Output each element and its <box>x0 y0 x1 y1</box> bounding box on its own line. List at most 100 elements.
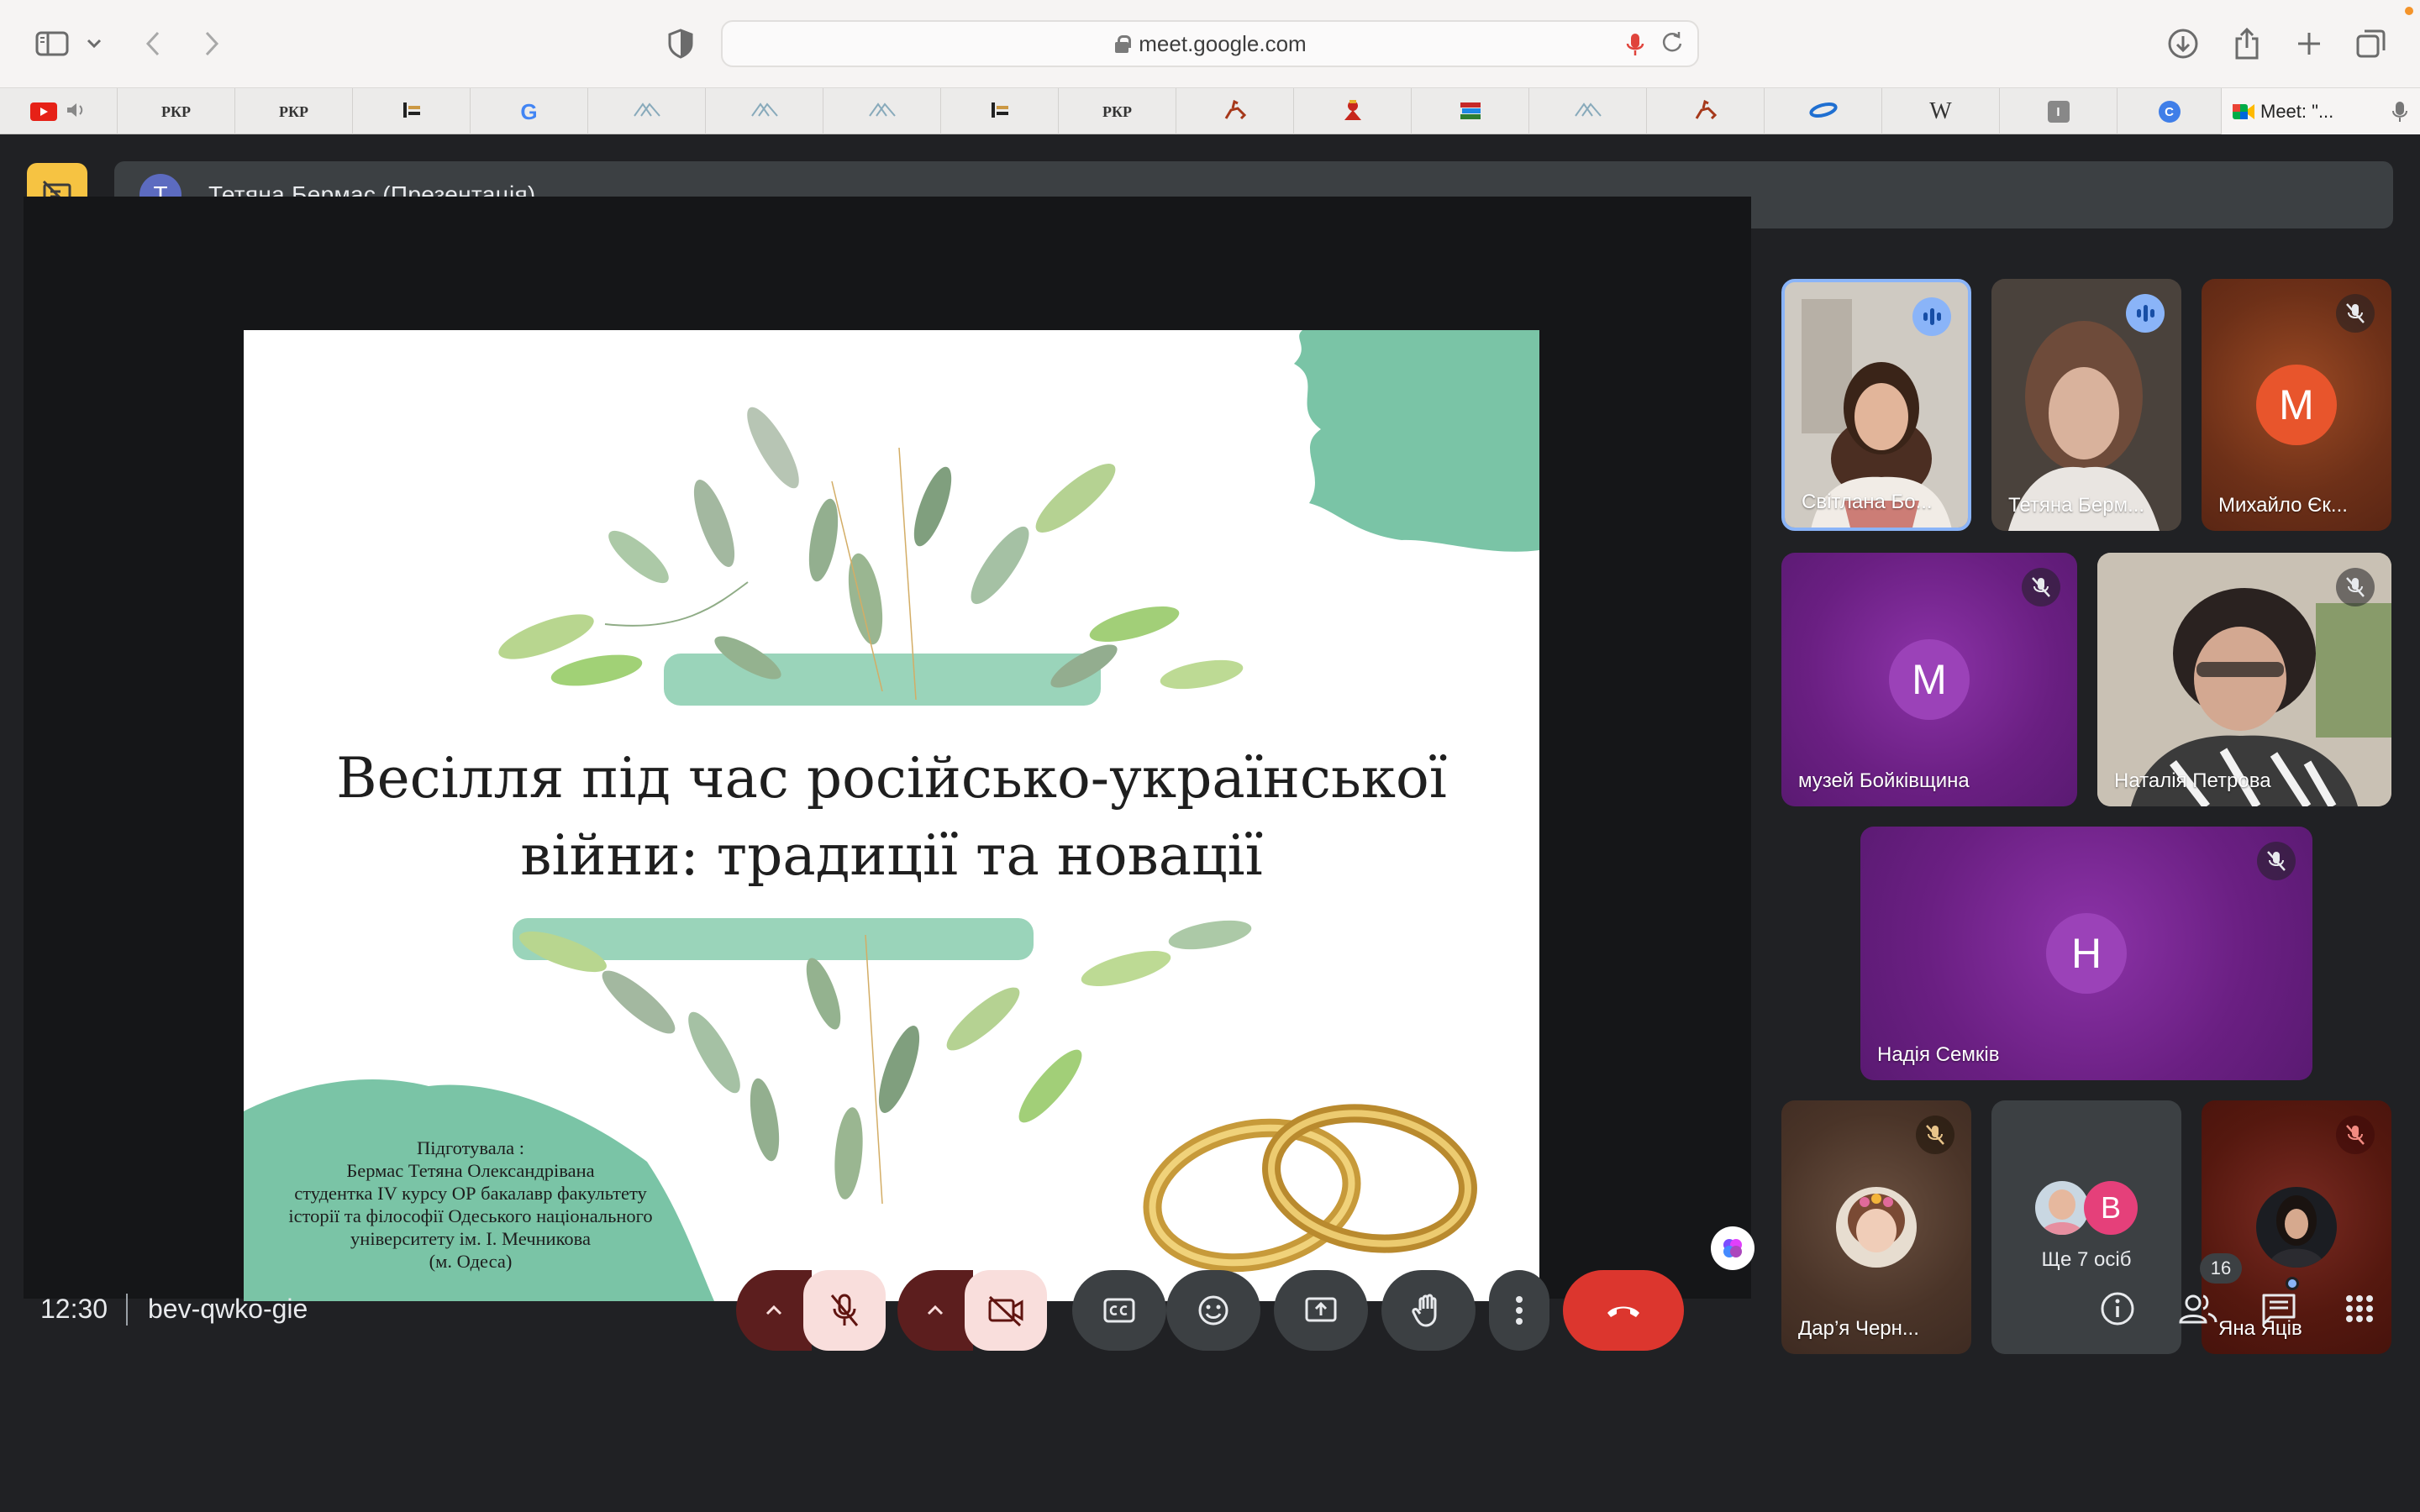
participant-name: музей Бойківщина <box>1798 769 1970 792</box>
participant-name: Світлана Бо... <box>1802 491 1933 513</box>
tab-rider-2[interactable] <box>1647 88 1765 135</box>
wedding-rings-illustration <box>1143 1104 1477 1273</box>
tab-library-1[interactable] <box>588 88 706 135</box>
tab-rkp-2[interactable]: РКР <box>235 88 353 135</box>
audio-options-button[interactable] <box>736 1270 812 1351</box>
tab-cossack[interactable] <box>1294 88 1412 135</box>
back-icon[interactable] <box>133 24 173 64</box>
tab-library-3[interactable] <box>823 88 941 135</box>
rkp-icon: РКР <box>1102 102 1133 120</box>
tab-bookmark-2[interactable] <box>941 88 1059 135</box>
leave-call-button[interactable] <box>1563 1270 1684 1351</box>
muted-mic-icon <box>2022 568 2060 606</box>
swoosh-icon <box>1808 101 1838 123</box>
tab-meet-active[interactable]: Meet: "... <box>2222 88 2420 135</box>
tab-rkp-3[interactable]: РКР <box>1059 88 1176 135</box>
tab-microphone-icon[interactable] <box>2391 100 2408 129</box>
raise-hand-button[interactable] <box>1381 1270 1476 1351</box>
muted-mic-icon <box>2257 842 2296 880</box>
meet-icon <box>2232 102 2255 127</box>
meeting-time: 12:30 <box>40 1294 108 1324</box>
hang-up-icon <box>1607 1306 1639 1317</box>
flag-icon <box>401 101 423 123</box>
participant-tile[interactable]: Тетяна Берм... <box>1991 279 2181 531</box>
slide-credits: Підготувала : Бермас Тетяна Олександріва… <box>244 1137 697 1273</box>
video-options-button[interactable] <box>897 1270 973 1351</box>
muted-mic-icon <box>2336 568 2375 606</box>
google-icon: G <box>520 98 538 124</box>
camera-toggle-button[interactable] <box>965 1270 1047 1351</box>
tab-c[interactable]: C <box>2118 88 2222 135</box>
books-icon <box>1458 99 1483 125</box>
reactions-button[interactable] <box>1166 1270 1260 1351</box>
extension-brain-icon[interactable] <box>1711 1226 1754 1270</box>
library-icon <box>633 101 661 123</box>
presentation-slide: Весілля під час російсько-української ві… <box>244 330 1539 1301</box>
tab-books[interactable] <box>1412 88 1529 135</box>
activities-grid-icon[interactable] <box>2336 1285 2383 1332</box>
present-now-button[interactable] <box>1274 1270 1368 1351</box>
tab-i[interactable]: I <box>2000 88 2118 135</box>
meeting-code[interactable]: bev-qwko-gie <box>148 1294 308 1325</box>
wikipedia-icon: W <box>1929 98 1952 124</box>
flag-icon <box>989 101 1011 123</box>
privacy-shield-icon[interactable] <box>660 24 701 64</box>
participant-tile[interactable]: М Михайло Єк... <box>2202 279 2391 531</box>
participant-tile[interactable]: Світлана Бо... <box>1781 279 1971 531</box>
youtube-icon <box>29 102 57 121</box>
more-participants-tile[interactable]: В Ще 7 осіб <box>1991 1100 2181 1354</box>
participant-tile[interactable]: Наталія Петрова <box>2097 553 2391 806</box>
active-tab-title: Meet: "... <box>2260 101 2334 122</box>
participant-tile[interactable]: М музей Бойківщина <box>1781 553 2077 806</box>
speaker-icon[interactable] <box>66 101 87 123</box>
reload-icon[interactable] <box>1660 30 1686 55</box>
meeting-details-icon[interactable] <box>2094 1285 2141 1332</box>
chat-icon[interactable] <box>2255 1285 2302 1332</box>
tab-youtube[interactable] <box>0 88 118 135</box>
tab-google[interactable]: G <box>471 88 588 135</box>
library-icon <box>750 101 779 123</box>
tab-swoosh[interactable] <box>1765 88 1882 135</box>
tab-library-4[interactable] <box>1529 88 1647 135</box>
slide-title: Весілля під час російсько-української ві… <box>244 740 1539 895</box>
chevron-up-icon <box>927 1305 944 1315</box>
rkp-icon: РКР <box>278 102 309 120</box>
participant-photo <box>1836 1187 1917 1268</box>
microphone-icon[interactable] <box>1625 32 1650 57</box>
slide-title-line-2: війни: традиції та новації <box>520 823 1263 888</box>
forward-icon[interactable] <box>192 24 232 64</box>
participant-avatar: М <box>1889 639 1970 720</box>
mic-off-icon <box>830 1294 859 1326</box>
tab-bookmark-1[interactable] <box>353 88 471 135</box>
participant-avatar: В <box>2084 1181 2138 1235</box>
url-text: meet.google.com <box>1139 30 1307 56</box>
participant-name: Михайло Єк... <box>2218 494 2348 517</box>
tab-overview-icon[interactable] <box>2351 24 2391 64</box>
tab-library-2[interactable] <box>706 88 823 135</box>
tab-rkp-1[interactable]: РКР <box>118 88 235 135</box>
participant-tile[interactable]: Н Надія Семків <box>1860 827 2312 1080</box>
sidebar-toggle-icon[interactable] <box>32 24 72 64</box>
microphone-toggle-button[interactable] <box>803 1270 886 1351</box>
participant-photo <box>2256 1187 2337 1268</box>
address-bar[interactable]: meet.google.com <box>721 20 1699 67</box>
more-options-button[interactable] <box>1489 1270 1549 1351</box>
downloads-icon[interactable] <box>2163 24 2203 64</box>
hand-icon <box>1412 1294 1437 1327</box>
share-icon[interactable] <box>2227 24 2267 64</box>
chevron-down-icon[interactable] <box>77 24 111 64</box>
captions-button[interactable] <box>1072 1270 1166 1351</box>
browser-toolbar: meet.google.com <box>0 0 2420 87</box>
credits-line: університету ім. І. Мечникова <box>350 1228 591 1249</box>
participant-tile[interactable]: Дар’я Черн... <box>1781 1100 1971 1354</box>
tab-rider-1[interactable] <box>1176 88 1294 135</box>
camera-off-icon <box>988 1295 1023 1327</box>
tab-wikipedia[interactable]: W <box>1882 88 2000 135</box>
new-tab-icon[interactable] <box>2289 24 2329 64</box>
participant-name: Надія Семків <box>1877 1043 2000 1066</box>
library-icon <box>1574 101 1602 123</box>
people-icon[interactable] <box>2175 1285 2222 1332</box>
more-vert-icon <box>1516 1296 1523 1325</box>
credits-line: (м. Одеса) <box>429 1251 513 1272</box>
tab-bar: РКР РКР G РКР W I C Meet: "... <box>0 87 2420 135</box>
